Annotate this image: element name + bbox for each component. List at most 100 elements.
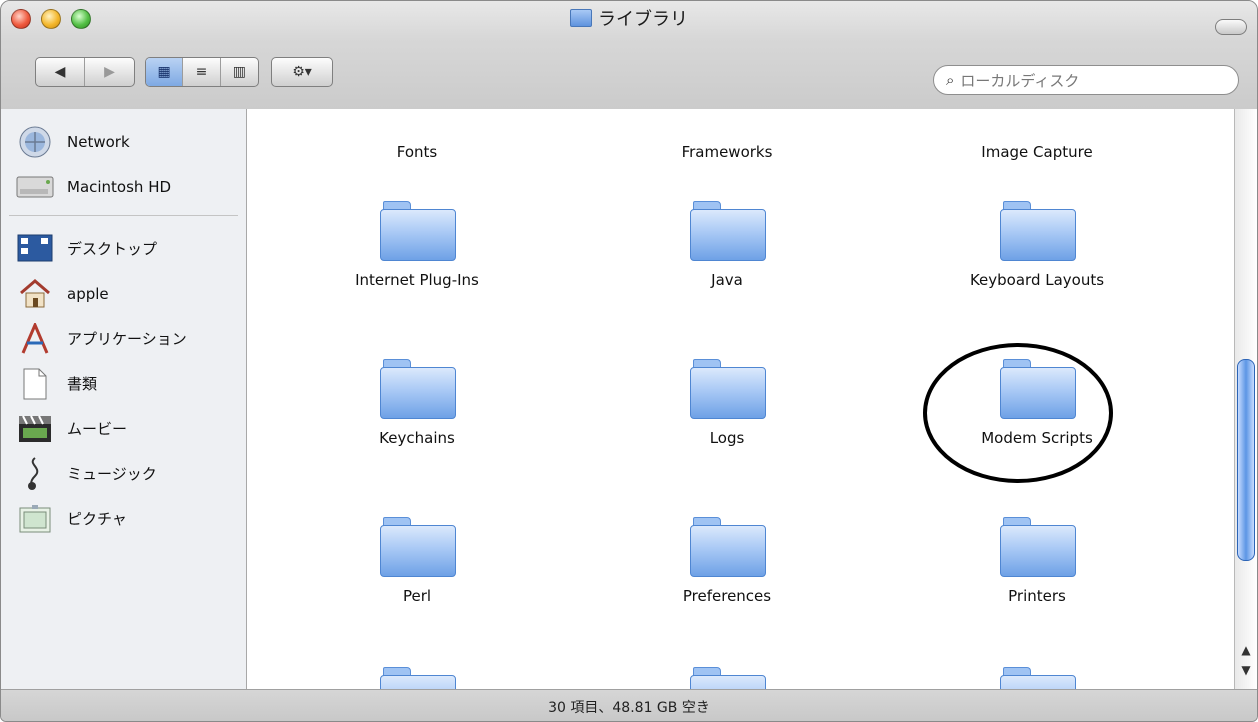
sidebar-item-label: ピクチャ <box>67 510 127 528</box>
status-bar: 30 項目、48.81 GB 空き <box>1 689 1257 721</box>
folder-icon <box>688 201 766 261</box>
pictures-icon <box>15 502 55 536</box>
column-view-button[interactable]: ▥ <box>221 58 258 86</box>
sidebar: Network Macintosh HD デスクトップ apple アプリケーシ… <box>1 109 247 689</box>
sidebar-item-network[interactable]: Network <box>1 119 246 164</box>
sidebar-item-pictures[interactable]: ピクチャ <box>1 496 246 541</box>
file-label: Image Capture <box>981 143 1093 161</box>
scroll-thumb[interactable] <box>1237 359 1255 561</box>
action-menu-button[interactable]: ⚙▾ <box>271 57 333 87</box>
folder-icon <box>998 517 1076 577</box>
file-label: Printers <box>1008 587 1066 605</box>
file-item-java[interactable]: Java <box>577 201 877 289</box>
folder-icon <box>378 667 456 689</box>
file-label: Keychains <box>379 429 455 447</box>
file-item-partial[interactable] <box>577 667 877 689</box>
file-label: Logs <box>709 429 745 447</box>
file-item-keyboard-layouts[interactable]: Keyboard Layouts <box>887 201 1187 289</box>
sidebar-item-label: Network <box>67 132 130 151</box>
network-icon <box>15 125 55 159</box>
folder-icon <box>998 667 1076 689</box>
file-label: Keyboard Layouts <box>969 271 1105 289</box>
sidebar-item-music[interactable]: ミュージック <box>1 451 246 496</box>
forward-arrow-icon: ▶ <box>104 64 115 80</box>
window-chrome: ライブラリ ◀ ▶ ▦ ≡ ▥ ⚙▾ ⌕ ローカルディスク <box>1 1 1257 110</box>
sidebar-item-documents[interactable]: 書類 <box>1 361 246 406</box>
vertical-scrollbar[interactable]: ▲ ▼ <box>1234 109 1257 689</box>
folder-icon <box>378 201 456 261</box>
scroll-down-arrow[interactable]: ▼ <box>1235 661 1257 679</box>
file-label: Fonts <box>396 143 438 161</box>
file-item-image-capture[interactable]: Image Capture <box>887 133 1187 161</box>
file-item-keychains[interactable]: Keychains <box>267 359 567 447</box>
back-button[interactable]: ◀ <box>36 58 86 86</box>
sidebar-divider <box>9 215 238 216</box>
status-text: 30 項目、48.81 GB 空き <box>548 700 710 716</box>
applications-icon <box>15 322 55 356</box>
sidebar-item-applications[interactable]: アプリケーション <box>1 316 246 361</box>
file-item-partial[interactable] <box>267 667 567 689</box>
desktop-icon <box>15 232 55 266</box>
search-field[interactable]: ⌕ ローカルディスク <box>933 65 1239 95</box>
hard-drive-icon <box>15 170 55 204</box>
back-forward-control: ◀ ▶ <box>35 57 135 87</box>
file-label: Preferences <box>682 587 772 605</box>
file-grid: Fonts Frameworks Image Capture Internet … <box>247 109 1237 689</box>
action-gear-icon: ⚙▾ <box>272 58 332 86</box>
sidebar-item-label: 書類 <box>67 375 98 393</box>
finder-window: ライブラリ ◀ ▶ ▦ ≡ ▥ ⚙▾ ⌕ ローカルディスク Network Ma… <box>0 0 1258 722</box>
file-item-preferences[interactable]: Preferences <box>577 517 877 605</box>
sidebar-item-label: apple <box>67 284 109 303</box>
folder-icon <box>378 517 456 577</box>
search-placeholder: ローカルディスク <box>960 71 1080 90</box>
home-icon <box>15 277 55 311</box>
sidebar-item-label: アプリケーション <box>67 330 187 348</box>
file-label: Perl <box>402 587 432 605</box>
sidebar-item-movies[interactable]: ムービー <box>1 406 246 451</box>
sidebar-item-desktop[interactable]: デスクトップ <box>1 226 246 271</box>
documents-icon <box>15 367 55 401</box>
forward-button[interactable]: ▶ <box>85 58 134 86</box>
library-folder-icon <box>570 9 592 27</box>
folder-icon <box>998 359 1076 419</box>
sidebar-item-label: ムービー <box>67 420 128 438</box>
icon-view: Fonts Frameworks Image Capture Internet … <box>247 109 1237 689</box>
icon-view-button[interactable]: ▦ <box>146 58 184 86</box>
toolbar-toggle-button[interactable] <box>1215 19 1247 35</box>
list-view-icon: ≡ <box>195 64 208 80</box>
file-label: Modem Scripts <box>981 429 1093 447</box>
file-label: Java <box>711 271 743 289</box>
back-arrow-icon: ◀ <box>54 64 66 80</box>
view-switcher: ▦ ≡ ▥ <box>145 57 259 87</box>
sidebar-item-home[interactable]: apple <box>1 271 246 316</box>
icon-view-icon: ▦ <box>157 64 171 80</box>
file-label: Frameworks <box>681 143 773 161</box>
sidebar-item-macintosh-hd[interactable]: Macintosh HD <box>1 164 246 209</box>
window-title-text: ライブラリ <box>598 9 688 30</box>
search-icon: ⌕ <box>946 71 955 89</box>
file-item-fonts[interactable]: Fonts <box>267 133 567 161</box>
sidebar-item-label: Macintosh HD <box>67 177 172 196</box>
file-item-modem-scripts[interactable]: Modem Scripts <box>887 359 1187 447</box>
sidebar-item-label: ミュージック <box>67 465 157 483</box>
file-label: Internet Plug-Ins <box>355 271 479 289</box>
movies-icon <box>15 412 55 446</box>
file-item-perl[interactable]: Perl <box>267 517 567 605</box>
file-item-frameworks[interactable]: Frameworks <box>577 133 877 161</box>
sidebar-item-label: デスクトップ <box>67 240 158 258</box>
file-item-partial[interactable] <box>887 667 1187 689</box>
window-title: ライブラリ <box>1 5 1257 31</box>
action-gear-glyph: ⚙▾ <box>292 64 312 80</box>
folder-icon <box>378 359 456 419</box>
music-icon <box>15 456 55 491</box>
scroll-up-arrow[interactable]: ▲ <box>1235 641 1257 659</box>
list-view-button[interactable]: ≡ <box>183 58 221 86</box>
folder-icon <box>998 201 1076 261</box>
folder-icon <box>688 517 766 577</box>
folder-icon <box>688 667 766 689</box>
file-item-internet-plug-ins[interactable]: Internet Plug-Ins <box>267 201 567 289</box>
file-item-printers[interactable]: Printers <box>887 517 1187 605</box>
column-view-icon: ▥ <box>232 64 246 80</box>
file-item-logs[interactable]: Logs <box>577 359 877 447</box>
folder-icon <box>688 359 766 419</box>
